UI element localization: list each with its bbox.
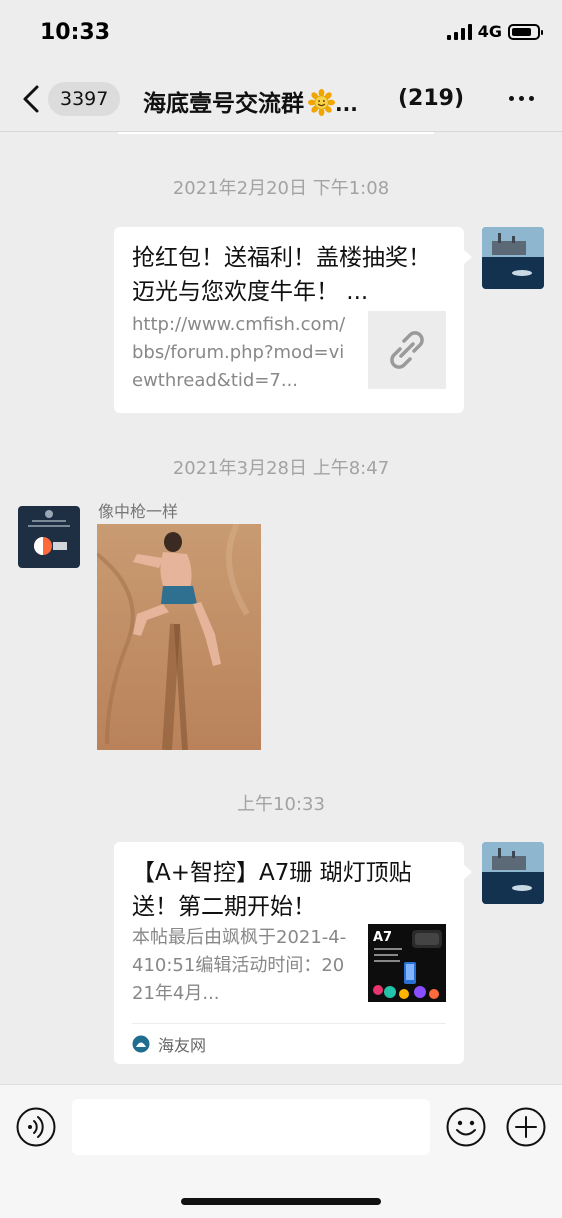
- sender-avatar[interactable]: [18, 506, 80, 568]
- chat-title-ellipsis: ...: [335, 92, 358, 116]
- home-indicator[interactable]: [181, 1198, 381, 1205]
- unread-count-badge[interactable]: 3397: [48, 82, 121, 116]
- link-source-name: 海友网: [158, 1036, 207, 1055]
- status-time: 10:33: [40, 20, 111, 45]
- link-source: 海友网: [132, 1023, 446, 1056]
- plus-icon[interactable]: [506, 1107, 546, 1147]
- network-type: 4G: [477, 22, 502, 41]
- message-timestamp: 2021年3月28日 上午8:47: [172, 458, 390, 479]
- my-avatar[interactable]: [482, 842, 544, 904]
- link-title: 【A+智控】A7珊 瑚灯顶贴送！第二期开始！: [132, 860, 412, 920]
- link-icon: [390, 331, 424, 369]
- message-text-input[interactable]: [72, 1099, 430, 1155]
- message-timestamp: 上午10:33: [237, 794, 325, 815]
- link-message-bubble[interactable]: 抢红包！送福利！盖楼抽奖！迈光与您欢度牛年！ ... http://www.cm…: [114, 227, 472, 413]
- chat-title[interactable]: 海底壹号交流群 ...: [143, 84, 358, 118]
- link-description: http://www.cmfish.com/bbs/forum.php?mod=…: [132, 314, 346, 391]
- cellular-signal-icon: [446, 23, 472, 40]
- haiyou-logo-icon: [132, 1035, 150, 1053]
- member-count: (219): [398, 86, 465, 111]
- previous-message-edge: [118, 128, 434, 134]
- emoji-icon[interactable]: [446, 1107, 486, 1147]
- voice-input-icon[interactable]: [16, 1107, 56, 1147]
- message-timestamp: 2021年2月20日 下午1:08: [172, 178, 390, 199]
- back-arrow-icon[interactable]: [20, 84, 44, 114]
- image-message[interactable]: [97, 524, 261, 750]
- thumbnail-label: A7: [373, 930, 392, 945]
- link-message-bubble[interactable]: 【A+智控】A7珊 瑚灯顶贴送！第二期开始！ 本帖最后由飒枫于2021-4-41…: [114, 842, 472, 1064]
- chat-nav-bar: 3397 海底壹号交流群 ... (219): [0, 66, 562, 132]
- status-bar: 10:33 4G: [0, 0, 562, 66]
- my-avatar[interactable]: [482, 227, 544, 289]
- chat-title-text: 海底壹号交流群: [143, 91, 304, 117]
- sunflower-emoji-icon: [308, 89, 335, 116]
- status-indicators: 4G: [446, 22, 543, 41]
- battery-icon: [508, 23, 543, 40]
- link-description: 本帖最后由飒枫于2021-4-410:51编辑活动时间：2021年4月...: [132, 927, 347, 1004]
- link-title: 抢红包！送福利！盖楼抽奖！迈光与您欢度牛年！ ...: [132, 245, 431, 305]
- link-thumbnail: A7: [368, 924, 446, 1002]
- more-options-icon[interactable]: [509, 96, 534, 101]
- link-thumbnail: [368, 311, 446, 389]
- sender-name: 像中枪一样: [98, 502, 179, 521]
